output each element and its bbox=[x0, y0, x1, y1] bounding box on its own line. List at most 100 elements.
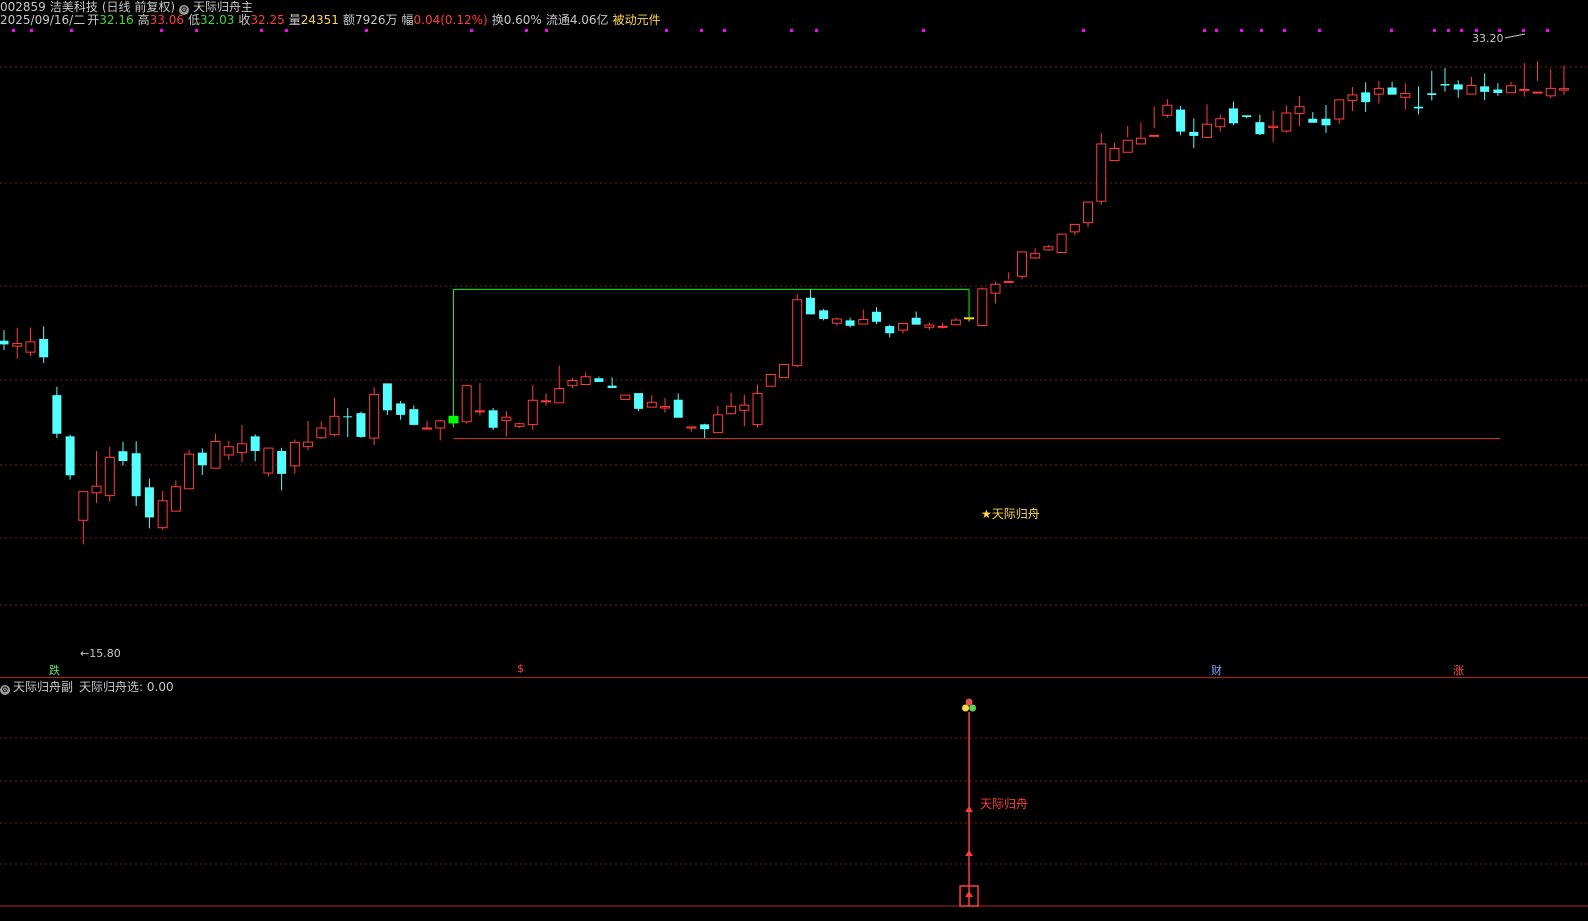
candle-body bbox=[1176, 109, 1186, 132]
signal-dot bbox=[665, 29, 668, 32]
signal-dot bbox=[1318, 29, 1321, 32]
candle-body bbox=[131, 453, 141, 497]
candle-body bbox=[118, 451, 128, 461]
signal-dot bbox=[1203, 29, 1206, 32]
candle-body bbox=[1003, 280, 1014, 283]
candle-body bbox=[897, 323, 908, 331]
candle-body bbox=[1242, 115, 1252, 118]
candle-body bbox=[1532, 91, 1543, 94]
candle-body bbox=[422, 427, 433, 430]
signal-dot bbox=[815, 29, 818, 32]
signal-dot bbox=[30, 29, 33, 32]
candle-body bbox=[1149, 134, 1160, 137]
candle-body bbox=[52, 395, 62, 434]
candle-body bbox=[157, 500, 168, 529]
candle-body bbox=[1228, 108, 1238, 124]
sub-signal-label: 天际归舟 bbox=[980, 797, 1029, 811]
marker-fall[interactable]: 跌 bbox=[49, 662, 60, 678]
signal-dot bbox=[1240, 29, 1243, 32]
candle-body bbox=[634, 393, 644, 409]
signal-label: ★天际归舟 bbox=[981, 507, 1040, 521]
candle-body bbox=[210, 441, 221, 469]
candle-body bbox=[12, 343, 23, 347]
sub-arrow-icon bbox=[965, 850, 974, 856]
candle-body bbox=[1453, 84, 1463, 90]
candle-body bbox=[792, 299, 803, 367]
marker-finance[interactable]: 财 bbox=[1211, 662, 1222, 678]
candle-body bbox=[1056, 233, 1067, 253]
max-arrow bbox=[1504, 33, 1526, 39]
candle-body bbox=[39, 338, 49, 358]
flower-dot bbox=[965, 698, 973, 706]
sub-chart-header: ⚙ 天际归舟副 天际归舟选: 0.00 bbox=[0, 680, 174, 695]
sub-settings-icon[interactable]: ⚙ bbox=[0, 685, 10, 695]
marker-rise[interactable]: 涨 bbox=[1453, 662, 1464, 678]
candle-body bbox=[778, 363, 789, 379]
signal-dot bbox=[1390, 29, 1393, 32]
signal-dot bbox=[260, 29, 263, 32]
candle-body bbox=[1347, 94, 1358, 101]
candle-body bbox=[819, 310, 829, 319]
candle-body bbox=[197, 452, 207, 466]
marker-money[interactable]: $ bbox=[517, 662, 524, 675]
flower-dot bbox=[962, 704, 970, 712]
candle-body bbox=[858, 319, 869, 325]
candle-body bbox=[594, 378, 604, 382]
flower-dot bbox=[969, 704, 977, 712]
candle-body bbox=[1387, 87, 1397, 95]
signal-dot bbox=[1522, 29, 1525, 32]
signal-dot bbox=[1546, 29, 1549, 32]
candle-body bbox=[686, 426, 697, 429]
candle-body bbox=[924, 324, 935, 328]
candle-body bbox=[501, 416, 512, 421]
candle-body bbox=[660, 406, 670, 409]
candle-body bbox=[726, 405, 737, 415]
candle-body bbox=[1414, 106, 1424, 109]
candle-body bbox=[1427, 93, 1437, 95]
candle-body bbox=[1109, 148, 1120, 162]
candle-body bbox=[1135, 137, 1146, 145]
signal-dot bbox=[1215, 29, 1218, 32]
candle-body bbox=[1255, 122, 1265, 135]
candle-body bbox=[1493, 89, 1503, 93]
candle-body bbox=[1083, 201, 1094, 224]
candle-body bbox=[78, 491, 89, 521]
sub-indicator-value: 天际归舟选: 0.00 bbox=[79, 680, 174, 694]
candle-body bbox=[990, 283, 1001, 294]
candle-body bbox=[1558, 88, 1569, 91]
candle-body bbox=[1466, 85, 1477, 95]
signal-dot bbox=[700, 29, 703, 32]
candle-body bbox=[343, 416, 353, 418]
signal-dot bbox=[1260, 29, 1263, 32]
candle-body bbox=[289, 441, 300, 467]
candle-body bbox=[263, 447, 274, 474]
candle-body bbox=[1373, 87, 1384, 95]
kline-chart[interactable] bbox=[0, 0, 1588, 921]
signal-dot bbox=[1447, 29, 1450, 32]
signal-dot bbox=[12, 29, 15, 32]
signal-dot bbox=[285, 29, 288, 32]
candle-body bbox=[712, 414, 723, 434]
sub-indicator-name[interactable]: 天际归舟副 bbox=[13, 680, 73, 694]
signal-dot bbox=[723, 29, 726, 32]
candle-body bbox=[236, 443, 247, 453]
candle-body bbox=[356, 413, 366, 437]
signal-dot bbox=[1460, 29, 1463, 32]
min-price-value: 15.80 bbox=[89, 647, 121, 660]
candle-body bbox=[752, 392, 763, 426]
candle-body bbox=[223, 446, 234, 456]
candle-body bbox=[845, 320, 855, 326]
signal-dot bbox=[70, 29, 73, 32]
candle-body bbox=[805, 297, 815, 315]
max-price-label: 33.20 bbox=[1472, 32, 1504, 45]
candle-body bbox=[1162, 104, 1173, 116]
candle-body bbox=[25, 341, 36, 353]
candle-body bbox=[872, 311, 882, 322]
candle-body bbox=[1069, 223, 1080, 233]
candle-body bbox=[1321, 118, 1331, 126]
candle-body bbox=[1506, 85, 1517, 94]
signal-dot bbox=[1433, 29, 1436, 32]
candle-body bbox=[184, 453, 195, 490]
sub-arrow-icon bbox=[965, 891, 974, 897]
candle-body bbox=[885, 326, 895, 334]
